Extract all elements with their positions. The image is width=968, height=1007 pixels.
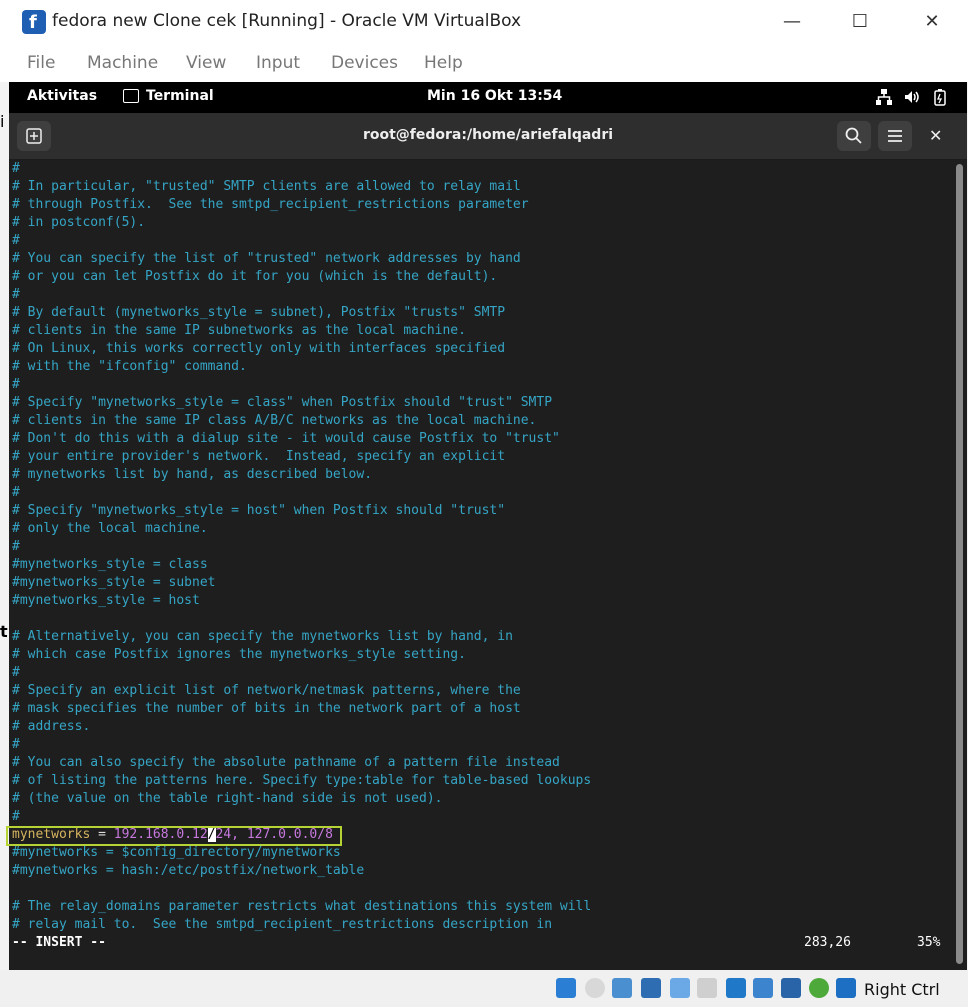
terminal-line: # which case Postfix ignores the mynetwo… — [12, 647, 466, 662]
terminal-line: # Don't do this with a dialup site - it … — [12, 431, 560, 446]
window-title: fedora new Clone cek [Running] - Oracle … — [52, 11, 522, 31]
terminal-line: # clients in the same IP subnetworks as … — [12, 323, 466, 338]
network-icon[interactable] — [875, 88, 893, 106]
terminal-line: #mynetworks = hash:/etc/postfix/network_… — [12, 863, 365, 878]
shared-folders-icon[interactable] — [697, 978, 717, 998]
terminal-line: # On Linux, this works correctly only wi… — [12, 341, 506, 356]
terminal-line: # Specify "mynetworks_style = class" whe… — [12, 395, 553, 410]
gnome-topbar: Aktivitas Terminal Min 16 Okt 13:54 — [9, 82, 967, 113]
background-window-fragment: t — [0, 622, 8, 641]
terminal-line: # your entire provider's network. Instea… — [12, 449, 506, 464]
scroll-percent: 35% — [917, 935, 941, 950]
clock[interactable]: Min 16 Okt 13:54 — [427, 88, 562, 104]
terminal-line: # address. — [12, 719, 91, 734]
search-icon — [845, 127, 862, 144]
menu-view[interactable]: View — [186, 53, 226, 73]
mouse-integration-icon[interactable] — [836, 978, 856, 998]
menu-devices[interactable]: Devices — [331, 53, 398, 73]
activities-button[interactable]: Aktivitas — [27, 88, 97, 104]
terminal-line: #mynetworks = $config_directory/mynetwor… — [12, 845, 341, 860]
window-titlebar: f fedora new Clone cek [Running] - Oracl… — [0, 0, 968, 46]
terminal-line: # only the local machine. — [12, 521, 208, 536]
terminal-line: # of listing the patterns here. Specify … — [12, 773, 592, 788]
terminal-line: # — [12, 665, 20, 680]
hamburger-icon — [888, 130, 902, 142]
terminal-title: root@fedora:/home/ariefalqadri — [362, 127, 614, 143]
terminal-line: # — [12, 485, 20, 500]
optical-drive-icon[interactable] — [585, 978, 605, 998]
terminal-line: # in postconf(5). — [12, 215, 146, 230]
terminal-text: # # In particular, "trusted" SMTP clients… — [12, 160, 591, 934]
terminal-line: # — [12, 737, 20, 752]
menu-button[interactable] — [878, 121, 912, 151]
guest-additions-icon[interactable] — [809, 978, 829, 998]
battery-icon[interactable] — [931, 88, 949, 106]
terminal-close-button[interactable]: ✕ — [929, 126, 942, 145]
network-adapter-icon[interactable] — [641, 978, 661, 998]
usb-icon[interactable] — [670, 978, 690, 998]
volume-icon[interactable] — [903, 88, 921, 106]
menu-help[interactable]: Help — [424, 53, 463, 73]
recording-icon[interactable] — [753, 978, 773, 998]
audio-icon[interactable] — [612, 978, 632, 998]
terminal-body[interactable]: # # In particular, "trusted" SMTP clients… — [9, 160, 967, 970]
terminal-line: # relay mail to. See the smtpd_recipient… — [12, 917, 553, 932]
terminal-line: # By default (mynetworks_style = subnet)… — [12, 305, 506, 320]
terminal-line: #mynetworks_style = class — [12, 557, 208, 572]
terminal-line: # The relay_domains parameter restricts … — [12, 899, 592, 914]
vim-mode: -- INSERT -- — [12, 935, 106, 950]
background-window-fragment: i — [0, 112, 5, 131]
terminal-line: # — [12, 809, 20, 824]
terminal-line: # — [12, 287, 20, 302]
terminal-headerbar: root@fedora:/home/ariefalqadri ✕ — [9, 113, 967, 160]
cpu-icon[interactable] — [781, 978, 801, 998]
terminal-line: # Specify an explicit list of network/ne… — [12, 683, 521, 698]
close-button[interactable]: ✕ — [912, 8, 952, 36]
terminal-line: # — [12, 377, 20, 392]
terminal-app-icon — [123, 89, 139, 103]
menu-machine[interactable]: Machine — [87, 53, 158, 73]
maximize-button[interactable]: ☐ — [840, 8, 880, 36]
menu-input[interactable]: Input — [256, 53, 300, 73]
terminal-line: # through Postfix. See the smtpd_recipie… — [12, 197, 529, 212]
terminal-line: # You can specify the list of "trusted" … — [12, 251, 521, 266]
terminal-line: # In particular, "trusted" SMTP clients … — [12, 179, 521, 194]
vbox-statusbar: Right Ctrl — [0, 970, 968, 1007]
terminal-line: # — [12, 233, 20, 248]
display-icon[interactable] — [726, 978, 746, 998]
terminal-line: # or you can let Postfix do it for you (… — [12, 269, 498, 284]
minimize-button[interactable]: — — [772, 8, 812, 36]
terminal-scrollbar[interactable] — [956, 164, 963, 964]
hard-disk-icon[interactable] — [556, 978, 576, 998]
terminal-line: # mynetworks list by hand, as described … — [12, 467, 373, 482]
terminal-line: # Specify "mynetworks_style = host" when… — [12, 503, 506, 518]
terminal-line: # with the "ifconfig" command. — [12, 359, 247, 374]
highlight-box — [6, 826, 342, 846]
app-menu-terminal[interactable]: Terminal — [146, 88, 214, 104]
terminal-line: # — [12, 161, 20, 176]
search-button[interactable] — [837, 121, 871, 151]
terminal-line: # You can also specify the absolute path… — [12, 755, 560, 770]
terminal-line: # clients in the same IP class A/B/C net… — [12, 413, 537, 428]
terminal-line: # Alternatively, you can specify the myn… — [12, 629, 513, 644]
menu-file[interactable]: File — [27, 53, 55, 73]
cursor-position: 283,26 — [804, 935, 851, 950]
terminal-line: # mask specifies the number of bits in t… — [12, 701, 521, 716]
terminal-line: # (the value on the table right-hand sid… — [12, 791, 443, 806]
terminal-line: #mynetworks_style = host — [12, 593, 200, 608]
terminal-line: #mynetworks_style = subnet — [12, 575, 216, 590]
virtualbox-icon: f — [22, 10, 46, 34]
host-key-label: Right Ctrl — [864, 980, 940, 999]
terminal-line: # — [12, 539, 20, 554]
menubar: File Machine View Input Devices Help — [0, 46, 968, 82]
vim-statusline: -- INSERT -- 283,26 35% — [12, 934, 957, 952]
